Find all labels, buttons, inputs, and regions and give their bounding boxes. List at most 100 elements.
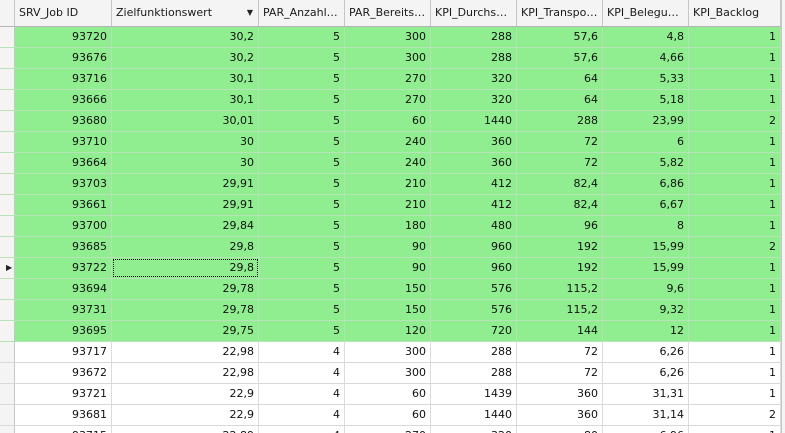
cell-par-anzahl[interactable]: 5 (259, 300, 345, 320)
cell-par-anzahl[interactable]: 5 (259, 195, 345, 215)
cell-zielfunktionswert[interactable]: 30,2 (112, 48, 259, 68)
cell-srv-job-id[interactable]: 93703 (15, 174, 112, 194)
cell-srv-job-id[interactable]: 93731 (15, 300, 112, 320)
cell-kpi-transport[interactable]: 72 (517, 363, 603, 383)
cell-zielfunktionswert[interactable]: 29,78 (112, 279, 259, 299)
cell-kpi-belegung[interactable]: 15,99 (603, 258, 689, 278)
cell-par-anzahl[interactable]: 5 (259, 90, 345, 110)
table-row[interactable]: 93672 22,98 4 300 288 72 6,26 1 (0, 363, 785, 384)
table-row[interactable]: 93676 30,2 5 300 288 57,6 4,66 1 (0, 48, 785, 69)
cell-kpi-backlog[interactable]: 1 (689, 195, 781, 215)
cell-par-anzahl[interactable]: 5 (259, 48, 345, 68)
cell-par-bereitstellung[interactable]: 120 (345, 321, 431, 341)
table-row[interactable]: 93695 29,75 5 120 720 144 12 1 (0, 321, 785, 342)
cell-kpi-backlog[interactable]: 1 (689, 342, 781, 362)
cell-par-bereitstellung[interactable]: 270 (345, 69, 431, 89)
cell-par-bereitstellung[interactable]: 270 (345, 426, 431, 433)
cell-srv-job-id[interactable]: 93694 (15, 279, 112, 299)
cell-kpi-durchsatz[interactable]: 360 (431, 153, 517, 173)
cell-kpi-backlog[interactable]: 1 (689, 174, 781, 194)
cell-par-anzahl[interactable]: 4 (259, 426, 345, 433)
cell-srv-job-id[interactable]: 93695 (15, 321, 112, 341)
cell-kpi-belegung[interactable]: 15,99 (603, 237, 689, 257)
cell-kpi-backlog[interactable]: 1 (689, 363, 781, 383)
column-header-kpi-durchsatz[interactable]: KPI_Durchsatz (431, 0, 517, 26)
row-indicator[interactable]: ▶ (0, 258, 15, 278)
results-grid[interactable]: SRV_Job ID Zielfunktionswert ▼ PAR_Anzah… (0, 0, 785, 433)
table-row[interactable]: 93703 29,91 5 210 412 82,4 6,86 1 (0, 174, 785, 195)
cell-kpi-durchsatz[interactable]: 1440 (431, 405, 517, 425)
cell-srv-job-id[interactable]: 93700 (15, 216, 112, 236)
table-row[interactable]: 93700 29,84 5 180 480 96 8 1 (0, 216, 785, 237)
row-indicator[interactable] (0, 27, 15, 47)
cell-kpi-durchsatz[interactable]: 288 (431, 48, 517, 68)
cell-srv-job-id[interactable]: 93685 (15, 237, 112, 257)
cell-kpi-backlog[interactable]: 1 (689, 279, 781, 299)
cell-srv-job-id[interactable]: 93676 (15, 48, 112, 68)
table-row[interactable]: ▶ 93722 29,8 5 90 960 192 15,99 1 (0, 258, 785, 279)
cell-kpi-backlog[interactable]: 2 (689, 237, 781, 257)
cell-kpi-durchsatz[interactable]: 960 (431, 237, 517, 257)
cell-par-anzahl[interactable]: 5 (259, 216, 345, 236)
cell-kpi-transport[interactable]: 115,2 (517, 300, 603, 320)
cell-kpi-backlog[interactable]: 2 (689, 111, 781, 131)
cell-kpi-durchsatz[interactable]: 288 (431, 363, 517, 383)
cell-kpi-durchsatz[interactable]: 960 (431, 258, 517, 278)
cell-kpi-backlog[interactable]: 2 (689, 405, 781, 425)
cell-zielfunktionswert[interactable]: 29,78 (112, 300, 259, 320)
cell-srv-job-id[interactable]: 93661 (15, 195, 112, 215)
cell-srv-job-id[interactable]: 93666 (15, 90, 112, 110)
cell-kpi-transport[interactable]: 57,6 (517, 27, 603, 47)
cell-kpi-backlog[interactable]: 1 (689, 153, 781, 173)
table-row[interactable]: 93694 29,78 5 150 576 115,2 9,6 1 (0, 279, 785, 300)
cell-par-bereitstellung[interactable]: 150 (345, 279, 431, 299)
cell-kpi-durchsatz[interactable]: 288 (431, 342, 517, 362)
row-indicator[interactable] (0, 111, 15, 131)
cell-kpi-backlog[interactable]: 1 (689, 300, 781, 320)
cell-zielfunktionswert[interactable]: 22,9 (112, 405, 259, 425)
cell-kpi-durchsatz[interactable]: 320 (431, 69, 517, 89)
cell-zielfunktionswert[interactable]: 30,2 (112, 27, 259, 47)
cell-par-anzahl[interactable]: 4 (259, 342, 345, 362)
cell-kpi-belegung[interactable]: 12 (603, 321, 689, 341)
cell-par-bereitstellung[interactable]: 270 (345, 90, 431, 110)
cell-srv-job-id[interactable]: 93715 (15, 426, 112, 433)
cell-par-anzahl[interactable]: 5 (259, 279, 345, 299)
row-indicator[interactable] (0, 216, 15, 236)
row-indicator[interactable] (0, 69, 15, 89)
cell-zielfunktionswert[interactable]: 29,75 (112, 321, 259, 341)
cell-kpi-durchsatz[interactable]: 576 (431, 279, 517, 299)
cell-kpi-belegung[interactable]: 6,26 (603, 363, 689, 383)
cell-par-bereitstellung[interactable]: 150 (345, 300, 431, 320)
cell-srv-job-id[interactable]: 93680 (15, 111, 112, 131)
cell-par-bereitstellung[interactable]: 90 (345, 237, 431, 257)
cell-kpi-belegung[interactable]: 4,8 (603, 27, 689, 47)
cell-kpi-transport[interactable]: 64 (517, 90, 603, 110)
cell-zielfunktionswert[interactable]: 29,8 (112, 258, 259, 278)
cell-kpi-durchsatz[interactable]: 1439 (431, 384, 517, 404)
row-indicator[interactable] (0, 153, 15, 173)
cell-par-anzahl[interactable]: 4 (259, 405, 345, 425)
cell-srv-job-id[interactable]: 93681 (15, 405, 112, 425)
cell-zielfunktionswert[interactable]: 22,89 (112, 426, 259, 433)
cell-kpi-durchsatz[interactable]: 320 (431, 426, 517, 433)
row-indicator[interactable] (0, 384, 15, 404)
cell-kpi-backlog[interactable]: 1 (689, 27, 781, 47)
row-indicator[interactable] (0, 405, 15, 425)
cell-srv-job-id[interactable]: 93672 (15, 363, 112, 383)
cell-kpi-transport[interactable]: 360 (517, 405, 603, 425)
table-row[interactable]: 93720 30,2 5 300 288 57,6 4,8 1 (0, 27, 785, 48)
cell-kpi-backlog[interactable]: 1 (689, 384, 781, 404)
cell-srv-job-id[interactable]: 93716 (15, 69, 112, 89)
cell-kpi-transport[interactable]: 192 (517, 237, 603, 257)
cell-par-anzahl[interactable]: 5 (259, 237, 345, 257)
cell-zielfunktionswert[interactable]: 30,01 (112, 111, 259, 131)
cell-kpi-durchsatz[interactable]: 360 (431, 132, 517, 152)
table-row[interactable]: 93716 30,1 5 270 320 64 5,33 1 (0, 69, 785, 90)
column-header-kpi-backlog[interactable]: KPI_Backlog (689, 0, 781, 26)
cell-par-bereitstellung[interactable]: 180 (345, 216, 431, 236)
cell-par-anzahl[interactable]: 5 (259, 27, 345, 47)
column-header-kpi-belegung[interactable]: KPI_Belegung ... (603, 0, 689, 26)
cell-kpi-transport[interactable]: 57,6 (517, 48, 603, 68)
cell-kpi-transport[interactable]: 288 (517, 111, 603, 131)
